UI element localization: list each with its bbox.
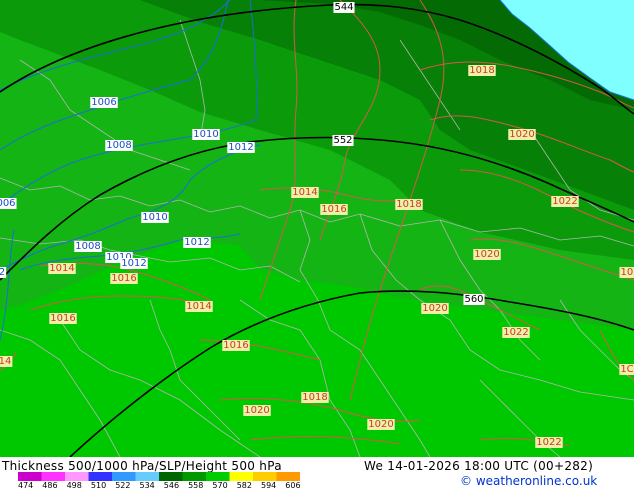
isobar-label: 1008 [105,140,133,151]
map-datetime: We 14-01-2026 18:00 UTC (00+282) [364,459,594,473]
map-footer: Thickness 500/1000 hPa/SLP/Height 500 hP… [0,457,634,490]
slp-label: 1014 [185,301,213,312]
height-label: 544 [333,2,355,13]
svg-text:1016: 1016 [223,340,248,351]
svg-text:1014: 1014 [292,187,317,198]
svg-text:1014: 1014 [186,301,211,312]
svg-text:14: 14 [0,356,11,367]
slp-label: 1020 [421,303,449,314]
scale-swatch [112,472,136,481]
svg-text:1010: 1010 [142,212,167,223]
scale-tick-label: 570 [212,481,228,490]
scale-tick-label: 522 [115,481,131,490]
slp-label: 1016 [49,313,77,324]
svg-text:1C: 1C [620,364,633,375]
slp-label: 1022 [551,196,579,207]
scale-swatch [229,472,254,481]
height-label: 552 [332,135,354,146]
svg-text:1018: 1018 [396,199,421,210]
svg-text:1016: 1016 [50,313,75,324]
isobar-label: 006 [0,198,17,209]
slp-label: 14 [0,356,13,367]
scale-swatch [18,472,42,481]
svg-text:1014: 1014 [49,263,74,274]
svg-text:552: 552 [333,135,352,146]
svg-text:1016: 1016 [111,273,136,284]
svg-text:1022: 1022 [536,437,561,448]
scale-swatch [253,472,277,481]
weather-map[interactable]: 1018 1020 1022 1014 1016 1018 1020 1020 1022 1014… [0,0,634,457]
slp-label: 1016 [110,273,138,284]
svg-text:1020: 1020 [368,419,393,430]
svg-text:1020: 1020 [509,129,534,140]
svg-text:1006: 1006 [91,97,116,108]
svg-text:1008: 1008 [106,140,131,151]
isobar-label: 1008 [74,241,102,252]
slp-label: 1016 [222,340,250,351]
scale-swatch [65,472,89,481]
svg-text:544: 544 [334,2,353,13]
isobar-label: 2 [0,267,7,278]
svg-text:1012: 1012 [121,258,146,269]
svg-text:1018: 1018 [302,392,327,403]
svg-text:1016: 1016 [321,204,346,215]
svg-text:1012: 1012 [184,237,209,248]
svg-text:2: 2 [0,267,5,278]
scale-tick-label: 606 [285,481,301,490]
slp-label: 102 [619,267,634,278]
slp-label: 1020 [508,129,536,140]
svg-text:1020: 1020 [244,405,269,416]
scale-swatch [159,472,183,481]
svg-text:560: 560 [464,294,483,305]
svg-text:1022: 1022 [503,327,528,338]
height-label: 560 [463,294,485,305]
scale-swatch [276,472,300,481]
slp-label: 1C [619,364,634,375]
svg-text:1008: 1008 [75,241,100,252]
slp-label: 1020 [473,249,501,260]
copyright-link[interactable]: © weatheronline.co.uk [460,474,597,488]
isobar-label: 1012 [183,237,211,248]
slp-label: 1020 [243,405,271,416]
svg-text:102: 102 [620,267,634,278]
scale-tick-label: 534 [139,481,155,490]
map-title: Thickness 500/1000 hPa/SLP/Height 500 hP… [2,459,282,473]
scale-tick-label: 510 [90,481,107,490]
slp-label: 1022 [535,437,563,448]
svg-text:1022: 1022 [552,196,577,207]
slp-label: 1022 [502,327,530,338]
thickness-color-scale [18,472,300,481]
slp-label: 1018 [395,199,423,210]
slp-label: 1018 [468,65,496,76]
scale-tick-label: 558 [188,481,204,490]
scale-tick-label: 486 [42,481,58,490]
scale-swatch [206,472,230,481]
slp-label: 1016 [320,204,348,215]
isobar-label: 1012 [227,142,255,153]
svg-text:006: 006 [0,198,16,209]
isobar-label: 1010 [141,212,169,223]
svg-text:1012: 1012 [228,142,253,153]
svg-text:1020: 1020 [422,303,447,314]
slp-label: 1018 [301,392,329,403]
scale-tick-label: 582 [236,481,252,490]
scale-tick-label: 498 [66,481,82,490]
isobar-label: 1012 [120,258,148,269]
scale-swatch [88,472,113,481]
scale-tick-label: 546 [163,481,180,490]
scale-tick-label: 474 [18,481,34,490]
scale-tick-label: 594 [261,481,277,490]
svg-text:1018: 1018 [469,65,494,76]
slp-label: 1014 [291,187,319,198]
scale-swatch [182,472,207,481]
isobar-label: 1010 [192,129,220,140]
slp-label: 1014 [48,263,76,274]
svg-text:1020: 1020 [474,249,499,260]
scale-swatch [135,472,160,481]
svg-text:1010: 1010 [193,129,218,140]
scale-swatch [41,472,66,481]
slp-label: 1020 [367,419,395,430]
isobar-label: 1006 [90,97,118,108]
